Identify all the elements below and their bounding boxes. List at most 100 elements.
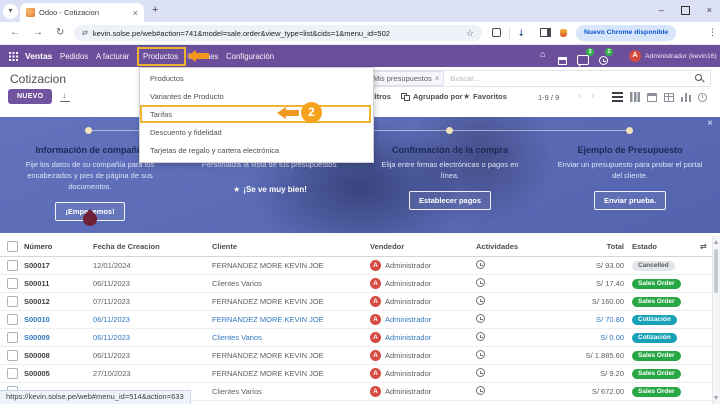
window-close-button[interactable]: × (707, 5, 712, 15)
scrollbar-down-icon[interactable] (714, 396, 718, 400)
view-pivot-icon[interactable] (664, 93, 674, 102)
bookmark-star-icon[interactable]: ☆ (466, 28, 474, 39)
row-checkbox[interactable] (7, 332, 18, 343)
step-payments-button[interactable]: Establecer pagos (409, 191, 491, 210)
tab-search-button[interactable]: ▾ (3, 4, 18, 19)
nav-item-a-facturar[interactable]: A facturar (96, 52, 129, 61)
adjust-columns-icon[interactable]: ⇄ (700, 242, 713, 251)
view-kanban-icon[interactable] (630, 92, 640, 102)
menu-item-variantes-de-producto[interactable]: Variantes de Producto (140, 88, 373, 106)
order-number: S00005 (24, 369, 90, 378)
activity-clock-icon[interactable] (476, 332, 485, 341)
row-checkbox[interactable] (7, 278, 18, 289)
filter-tag-remove-icon[interactable]: × (435, 74, 444, 83)
select-all-checkbox[interactable] (7, 241, 18, 252)
export-icon[interactable]: ↓ (60, 92, 70, 102)
table-scrollbar[interactable] (712, 236, 720, 404)
page-title: Cotizacion (10, 72, 66, 86)
view-graph-icon[interactable] (681, 93, 691, 102)
scrollbar-up-icon[interactable] (714, 240, 718, 244)
window-minimize-button[interactable]: – (659, 5, 664, 15)
menu-item-productos[interactable]: Productos (140, 70, 373, 88)
browser-tab[interactable]: Odoo - Cotizacion × (20, 3, 144, 22)
column-vendedor[interactable]: Vendedor (370, 242, 464, 251)
order-total: S/ 160.00 (542, 297, 624, 306)
scrollbar-thumb[interactable] (714, 249, 718, 293)
column-actividades[interactable]: Actividades (464, 242, 542, 251)
menu-item-descuento-y-fidelidad[interactable]: Descuento y fidelidad (140, 124, 373, 142)
salesperson-avatar: A (370, 278, 381, 289)
salesperson-avatar: A (370, 260, 381, 271)
extension-icon[interactable] (560, 29, 567, 39)
url-text: kevin.solse.pe/web#action=741&model=sale… (93, 29, 462, 38)
screen: ▾ Odoo - Cotizacion × + – × ← → ↻ ⇄ kevi… (0, 0, 720, 404)
activity-clock-icon[interactable] (476, 386, 485, 395)
favorites-button[interactable]: ★ Favoritos (463, 92, 507, 101)
row-checkbox[interactable] (7, 368, 18, 379)
activity-clock-icon[interactable] (476, 350, 485, 359)
activity-clock-icon[interactable] (476, 314, 485, 323)
forward-button[interactable]: → (33, 27, 43, 38)
table-row[interactable]: S00012 07/11/2023 FERNANDEZ MORE KEVIN J… (0, 293, 712, 311)
user-avatar[interactable]: A (629, 50, 641, 62)
apps-grid-icon[interactable] (9, 52, 11, 54)
table-row[interactable]: S00010 06/11/2023 FERNANDEZ MORE KEVIN J… (0, 311, 712, 329)
user-menu[interactable]: Administrador (kevin16) (645, 53, 717, 60)
activity-clock-icon[interactable] (476, 260, 485, 269)
tab-close-icon[interactable]: × (133, 8, 138, 18)
menu-item-tarjetas-de-regalo[interactable]: Tarjetas de regalo y cartera electrónica (140, 142, 373, 160)
column-estado[interactable]: Estado (624, 242, 700, 251)
search-input[interactable]: Mis presupuestos × Buscar... (353, 70, 711, 87)
order-customer: FERNANDEZ MORE KEVIN JOE (208, 297, 370, 306)
activity-clock-icon[interactable] (476, 278, 485, 287)
table-row[interactable]: S00011 06/11/2023 Clientes Varios A Admi… (0, 275, 712, 293)
chrome-menu-icon[interactable]: ⋮ (708, 27, 717, 38)
pager-previous-icon[interactable]: ‹ (578, 90, 581, 101)
table-row[interactable]: S00008 06/11/2023 FERNANDEZ MORE KEVIN J… (0, 347, 712, 365)
table-row[interactable]: S00005 27/10/2023 FERNANDEZ MORE KEVIN J… (0, 365, 712, 383)
odoo-navbar: Ventas Pedidos A facturar Productos Info… (0, 45, 720, 67)
column-numero[interactable]: Número (24, 242, 90, 251)
row-checkbox[interactable] (7, 260, 18, 271)
activity-clock-icon[interactable] (476, 296, 485, 305)
table-row[interactable]: S00009 06/11/2023 Clientes Varios A Admi… (0, 329, 712, 347)
column-total[interactable]: Total (542, 242, 624, 251)
nav-item-pedidos[interactable]: Pedidos (60, 52, 88, 61)
back-button[interactable]: ← (10, 27, 20, 38)
side-panel-icon[interactable] (540, 28, 551, 39)
table-row[interactable]: S00017 12/01/2024 FERNANDEZ MORE KEVIN J… (0, 257, 712, 275)
step-done-label[interactable]: ★¡Se ve muy bien! (233, 185, 307, 194)
order-date: 07/11/2023 (90, 297, 208, 306)
chrome-update-button[interactable]: Nuevo Chrome disponible (576, 25, 676, 41)
onboarding-step-sample-quotation: Ejemplo de Presupuesto Enviar un presupu… (540, 141, 720, 221)
home-icon[interactable]: ⌂ (540, 50, 545, 59)
new-tab-button[interactable]: + (152, 4, 158, 16)
salesperson-avatar: A (370, 350, 381, 361)
progress-dot-4 (626, 127, 633, 134)
row-checkbox[interactable] (7, 314, 18, 325)
nav-app-name[interactable]: Ventas (25, 51, 52, 61)
view-list-icon[interactable] (612, 92, 623, 102)
search-icon[interactable] (695, 74, 704, 83)
tab-groups-icon[interactable] (492, 28, 501, 39)
nav-item-configuracion[interactable]: Configuración (226, 52, 274, 61)
status-badge: Cotización (632, 333, 677, 344)
new-button[interactable]: NUEVO (8, 89, 52, 104)
downloads-icon[interactable]: ⭣ (519, 28, 523, 39)
group-by-button[interactable]: Agrupado por (401, 92, 463, 101)
banner-close-icon[interactable]: × (707, 118, 713, 129)
row-checkbox[interactable] (7, 296, 18, 307)
view-calendar-icon[interactable] (647, 93, 657, 102)
window-maximize-button[interactable] (681, 6, 690, 15)
column-fecha[interactable]: Fecha de Creacion (90, 242, 208, 251)
url-bar[interactable]: ⇄ kevin.solse.pe/web#action=741&model=sa… (74, 25, 482, 41)
row-checkbox[interactable] (7, 350, 18, 361)
reload-button[interactable]: ↻ (56, 27, 64, 38)
pager-next-icon[interactable]: › (591, 90, 594, 101)
order-number: S00011 (24, 279, 90, 288)
step-sample-button[interactable]: Enviar prueba. (594, 191, 666, 210)
column-cliente[interactable]: Cliente (208, 242, 370, 251)
activity-clock-icon[interactable] (476, 368, 485, 377)
view-activity-icon[interactable] (698, 93, 707, 102)
site-settings-icon[interactable]: ⇄ (82, 29, 88, 37)
